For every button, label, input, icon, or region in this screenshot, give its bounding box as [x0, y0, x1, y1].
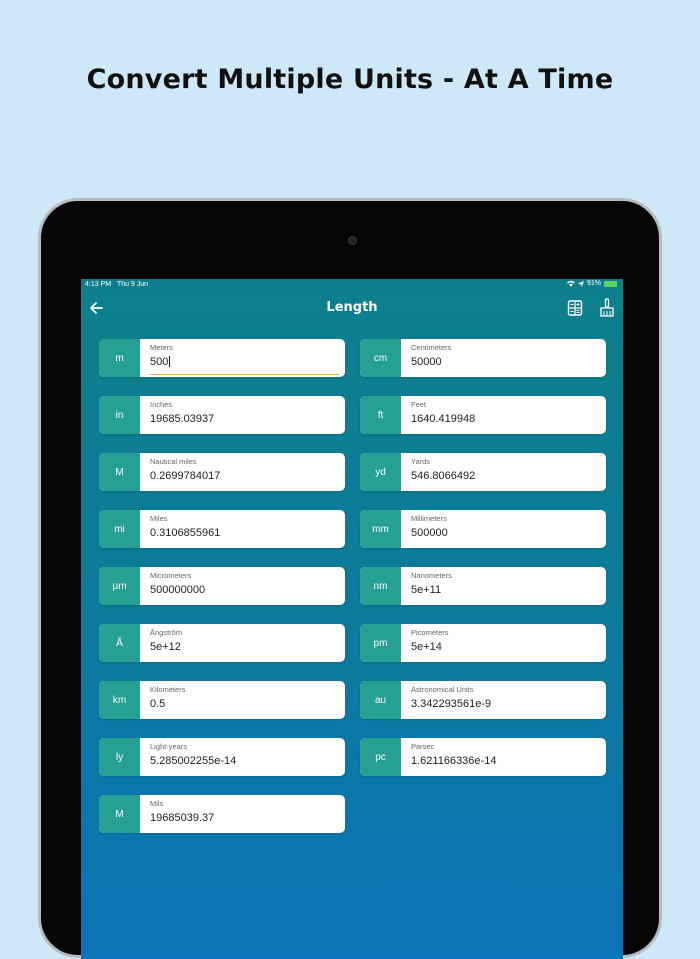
battery-percent: 91%	[586, 280, 601, 287]
unit-card-inches[interactable]: in Inches 19685.03937	[99, 396, 345, 434]
unit-abbr: µm	[99, 567, 140, 605]
unit-name: Parsec	[411, 742, 435, 751]
unit-card-millimeters[interactable]: mm Millimeters 500000	[360, 510, 606, 548]
unit-name: Miles	[150, 514, 168, 523]
unit-value-input[interactable]: 5e+11	[411, 584, 441, 596]
unit-abbr: pm	[360, 624, 401, 662]
app-bar: Length	[81, 291, 623, 325]
unit-card-kilometers[interactable]: km Kilometers 0.5	[99, 681, 345, 719]
calculator-icon[interactable]	[567, 299, 583, 317]
unit-card-feet[interactable]: ft Feet 1640.419948	[360, 396, 606, 434]
unit-name: Nanometers	[411, 571, 452, 580]
status-bar: 4:13 PM Thu 9 Jun 91%	[81, 279, 623, 291]
unit-value-input[interactable]: 1640.419948	[411, 413, 475, 425]
unit-abbr: au	[360, 681, 401, 719]
unit-card-meters[interactable]: m Meters 500	[99, 339, 345, 377]
unit-name: Inches	[150, 400, 173, 409]
unit-value-input[interactable]: 500000	[411, 527, 448, 539]
unit-name: Mils	[150, 799, 164, 808]
unit-value-input[interactable]: 0.3106855961	[150, 527, 220, 539]
unit-value-input[interactable]: 5.285002255e-14	[150, 755, 236, 767]
unit-name: Centimeters	[411, 343, 452, 352]
text-caret	[169, 356, 171, 367]
unit-name: Ångström	[150, 628, 183, 637]
unit-card-yards[interactable]: yd Yards 546.8066492	[360, 453, 606, 491]
unit-abbr: cm	[360, 339, 401, 377]
unit-abbr: ly	[99, 738, 140, 776]
unit-card-micrometers[interactable]: µm Micrometers 500000000	[99, 567, 345, 605]
unit-value-input[interactable]: 50000	[411, 356, 442, 368]
unit-value-input[interactable]: 3.342293561e-9	[411, 698, 491, 710]
unit-abbr: M	[99, 453, 140, 491]
unit-card-miles[interactable]: mi Miles 0.3106855961	[99, 510, 345, 548]
unit-card-nautical-miles[interactable]: M Nautical miles 0.2699784017	[99, 453, 345, 491]
unit-card-centimeters[interactable]: cm Centimeters 50000	[360, 339, 606, 377]
unit-abbr: M	[99, 795, 140, 833]
unit-card-picometers[interactable]: pm Picometers 5e+14	[360, 624, 606, 662]
unit-abbr: mi	[99, 510, 140, 548]
unit-value-input[interactable]: 500	[150, 356, 171, 368]
unit-value-input[interactable]: 1.621166336e-14	[411, 755, 496, 767]
unit-value-input[interactable]: 546.8066492	[411, 470, 475, 482]
unit-name: Feet	[411, 400, 427, 409]
unit-abbr: in	[99, 396, 140, 434]
unit-value-input[interactable]: 0.5	[150, 698, 165, 710]
unit-abbr: km	[99, 681, 140, 719]
unit-value-input[interactable]: 19685039.37	[150, 812, 214, 824]
location-arrow-icon	[577, 280, 584, 287]
unit-abbr: yd	[360, 453, 401, 491]
promo-title: Convert Multiple Units - At A Time	[86, 64, 614, 95]
app-screen: 4:13 PM Thu 9 Jun 91% Length m Meters 50…	[81, 279, 623, 959]
unit-name: Meters	[150, 343, 173, 352]
unit-card-angstrom[interactable]: Å Ångström 5e+12	[99, 624, 345, 662]
page-title: Length	[326, 300, 378, 315]
unit-name: Kilometers	[150, 685, 186, 694]
unit-abbr: Å	[99, 624, 140, 662]
unit-card-light-years[interactable]: ly Light-years 5.285002255e-14	[99, 738, 345, 776]
unit-card-astronomical-units[interactable]: au Astronomical Units 3.342293561e-9	[360, 681, 606, 719]
active-underline	[150, 374, 339, 375]
unit-name: Micrometers	[150, 571, 192, 580]
unit-abbr: pc	[360, 738, 401, 776]
unit-value-input[interactable]: 0.2699784017	[150, 470, 220, 482]
unit-abbr: ft	[360, 396, 401, 434]
unit-value-input[interactable]: 5e+14	[411, 641, 442, 653]
unit-abbr: m	[99, 339, 140, 377]
status-time: 4:13 PM Thu 9 Jun	[85, 281, 149, 288]
unit-value-input[interactable]: 5e+12	[150, 641, 181, 653]
unit-name: Picometers	[411, 628, 449, 637]
battery-icon	[604, 280, 617, 287]
status-right: 91%	[566, 280, 617, 287]
unit-name: Astronomical Units	[411, 685, 474, 694]
unit-abbr: mm	[360, 510, 401, 548]
unit-card-parsec[interactable]: pc Parsec 1.621166336e-14	[360, 738, 606, 776]
unit-card-nanometers[interactable]: nm Nanometers 5e+11	[360, 567, 606, 605]
unit-value-input[interactable]: 500000000	[150, 584, 205, 596]
unit-name: Nautical miles	[150, 457, 197, 466]
unit-value-input[interactable]: 19685.03937	[150, 413, 214, 425]
broom-icon[interactable]	[599, 298, 615, 318]
camera-dot	[348, 236, 357, 245]
unit-abbr: nm	[360, 567, 401, 605]
unit-name: Light-years	[150, 742, 188, 751]
unit-card-mils[interactable]: M Mils 19685039.37	[99, 795, 345, 833]
tablet-frame: 4:13 PM Thu 9 Jun 91% Length m Meters 50…	[38, 198, 662, 959]
unit-name: Yards	[411, 457, 431, 466]
wifi-icon	[566, 280, 575, 287]
unit-name: Millimeters	[411, 514, 447, 523]
